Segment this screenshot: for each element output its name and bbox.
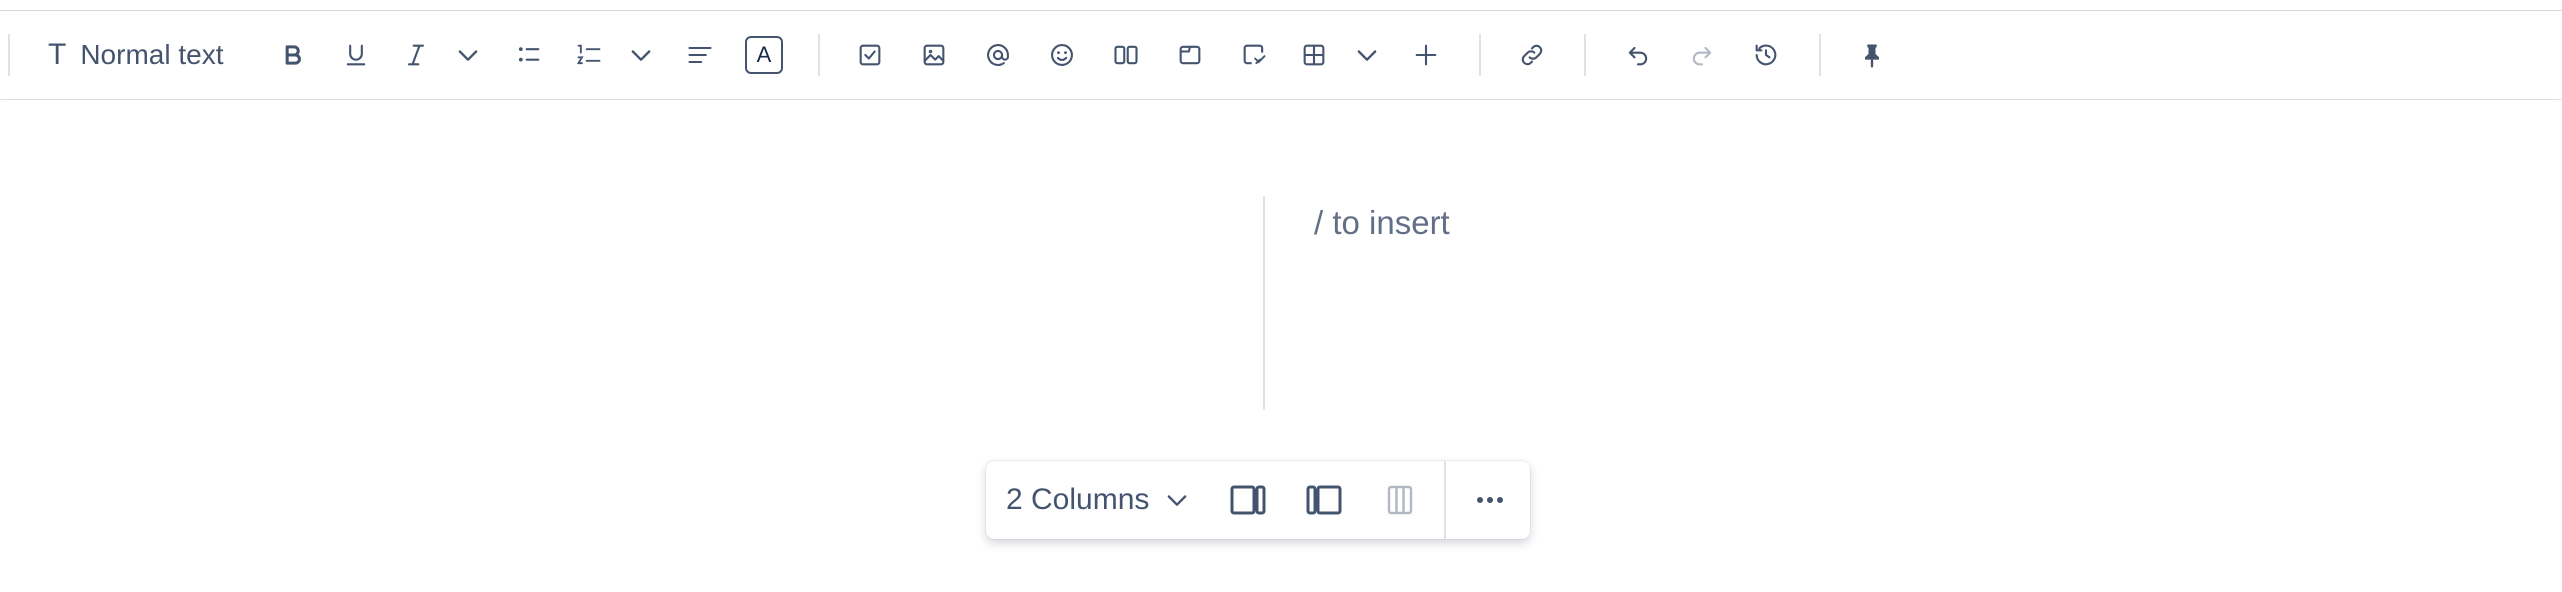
chevron-down-icon xyxy=(1168,495,1187,506)
bullet-list-button[interactable] xyxy=(505,11,553,99)
layout-toolbar-separator xyxy=(1444,461,1446,539)
text-color-icon: A xyxy=(745,36,783,74)
columns-dropdown[interactable]: 2 Columns xyxy=(986,461,1208,539)
mention-icon xyxy=(987,44,1009,66)
table-icon xyxy=(1303,44,1325,66)
italic-icon xyxy=(407,44,425,66)
more-formatting-button[interactable] xyxy=(444,11,492,99)
list-options-button[interactable] xyxy=(617,11,665,99)
numbered-list-icon xyxy=(576,44,601,65)
left-sidebar-layout-button[interactable] xyxy=(1291,461,1357,539)
editor-placeholder[interactable]: / to insert xyxy=(1314,204,1450,242)
italic-button[interactable] xyxy=(392,11,440,99)
underline-icon xyxy=(346,44,366,66)
image-button[interactable] xyxy=(910,11,958,99)
bold-button[interactable] xyxy=(269,11,317,99)
chevron-down-icon xyxy=(631,50,651,61)
more-icon xyxy=(1477,497,1503,503)
text-style-label: Normal text xyxy=(80,39,224,70)
link-button[interactable] xyxy=(1508,11,1556,99)
top-border xyxy=(0,0,2562,11)
checkbox-icon xyxy=(859,44,881,66)
columns-label: 2 Columns xyxy=(1006,483,1150,516)
toolbar-separator xyxy=(818,34,820,76)
text-style-icon: T xyxy=(48,38,67,71)
editor-toolbar: T Normal text A xyxy=(0,11,2562,99)
chevron-down-icon xyxy=(1357,50,1377,61)
table-options-button[interactable] xyxy=(1343,11,1391,99)
align-left-icon xyxy=(688,46,712,64)
column-divider xyxy=(1263,196,1265,410)
layouts-button[interactable] xyxy=(1102,11,1150,99)
numbered-list-button[interactable] xyxy=(565,11,613,99)
layout-right-sidebar-icon xyxy=(1230,485,1266,515)
history-button[interactable] xyxy=(1742,11,1790,99)
alignment-button[interactable] xyxy=(676,11,724,99)
emoji-icon xyxy=(1051,44,1073,66)
text-style-dropdown[interactable]: T Normal text xyxy=(40,11,258,99)
three-columns-layout-button[interactable] xyxy=(1367,461,1433,539)
action-item-button[interactable] xyxy=(846,11,894,99)
toolbar-separator xyxy=(8,34,10,76)
undo-icon xyxy=(1628,46,1648,66)
layout-left-sidebar-icon xyxy=(1306,485,1342,515)
smart-link-button[interactable] xyxy=(1230,11,1278,99)
toolbar-separator xyxy=(1819,34,1821,76)
text-color-button[interactable]: A xyxy=(740,11,788,99)
chevron-down-icon xyxy=(458,50,478,61)
table-button[interactable] xyxy=(1290,11,1338,99)
right-sidebar-layout-button[interactable] xyxy=(1215,461,1281,539)
history-icon xyxy=(1755,44,1777,66)
toolbar-separator xyxy=(1479,34,1481,76)
undo-button[interactable] xyxy=(1614,11,1662,99)
toolbar-separator xyxy=(1584,34,1586,76)
columns-icon xyxy=(1114,45,1138,65)
expand-icon xyxy=(1179,45,1201,65)
emoji-button[interactable] xyxy=(1038,11,1086,99)
text-color-letter: A xyxy=(756,42,772,67)
insert-button[interactable] xyxy=(1402,11,1450,99)
redo-icon xyxy=(1692,46,1712,66)
smart-link-icon xyxy=(1243,44,1266,65)
mention-button[interactable] xyxy=(974,11,1022,99)
underline-button[interactable] xyxy=(332,11,380,99)
link-icon xyxy=(1521,44,1543,66)
pin-icon xyxy=(1865,44,1879,68)
bullet-list-icon xyxy=(518,47,540,62)
bold-icon xyxy=(285,45,301,65)
redo-button[interactable] xyxy=(1678,11,1726,99)
image-icon xyxy=(923,44,945,66)
expand-button[interactable] xyxy=(1166,11,1214,99)
plus-icon xyxy=(1415,44,1437,66)
layout-three-columns-icon xyxy=(1387,485,1413,515)
pin-toolbar-button[interactable] xyxy=(1848,11,1896,99)
layout-toolbar: 2 Columns xyxy=(986,461,1530,539)
more-options-button[interactable] xyxy=(1457,461,1523,539)
